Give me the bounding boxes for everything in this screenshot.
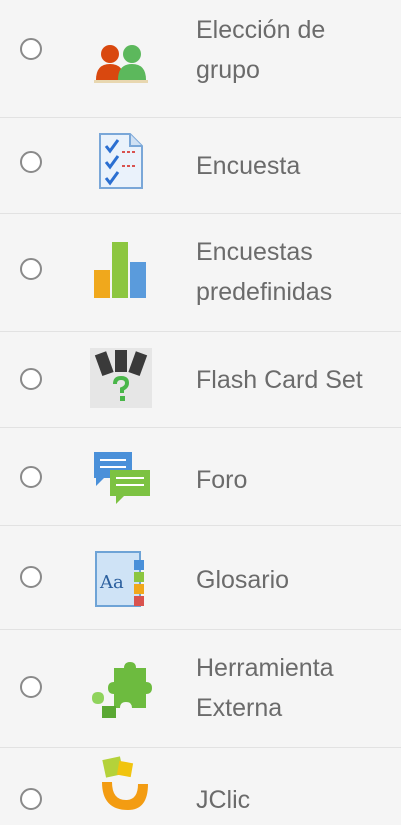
activity-label: Elección de grupo	[196, 16, 326, 84]
group-choice-icon	[88, 28, 154, 88]
activity-option-external-tool[interactable]: Herramienta Externa	[0, 630, 401, 748]
forum-icon	[88, 448, 154, 508]
radio-button[interactable]	[20, 676, 42, 698]
radio-button[interactable]	[20, 151, 42, 173]
radio-button[interactable]	[20, 258, 42, 280]
activity-option-group-choice[interactable]: Elección de grupo	[0, 0, 401, 118]
activity-label: JClic	[196, 786, 251, 814]
activity-label: Encuesta	[196, 152, 301, 180]
radio-button[interactable]	[20, 566, 42, 588]
activity-option-survey[interactable]: Encuesta	[0, 118, 401, 214]
radio-button[interactable]	[20, 466, 42, 488]
activity-label: Glosario	[196, 566, 290, 594]
activity-chooser-list: Elección de grupo Encuesta Encuestas pre…	[0, 0, 401, 825]
activity-option-glossary[interactable]: Aa Glosario	[0, 526, 401, 630]
activity-label: Foro	[196, 466, 248, 494]
glossary-icon: Aa	[88, 548, 154, 608]
radio-button[interactable]	[20, 38, 42, 60]
activity-label: Herramienta Externa	[196, 654, 334, 722]
activity-label: Flash Card Set	[196, 366, 363, 394]
radio-button[interactable]	[20, 788, 42, 810]
bar-chart-icon	[88, 240, 154, 300]
flash-cards-icon	[88, 348, 154, 408]
jclic-icon	[88, 754, 154, 814]
survey-icon	[88, 130, 154, 190]
activity-label: Encuestas predefinidas	[196, 238, 333, 306]
activity-option-flash-card-set[interactable]: Flash Card Set	[0, 332, 401, 428]
svg-text:Aa: Aa	[99, 572, 124, 593]
radio-button[interactable]	[20, 368, 42, 390]
activity-option-predefined-surveys[interactable]: Encuestas predefinidas	[0, 214, 401, 332]
activity-option-jclic[interactable]: JClic	[0, 748, 401, 825]
puzzle-icon	[88, 660, 154, 720]
activity-option-forum[interactable]: Foro	[0, 428, 401, 526]
